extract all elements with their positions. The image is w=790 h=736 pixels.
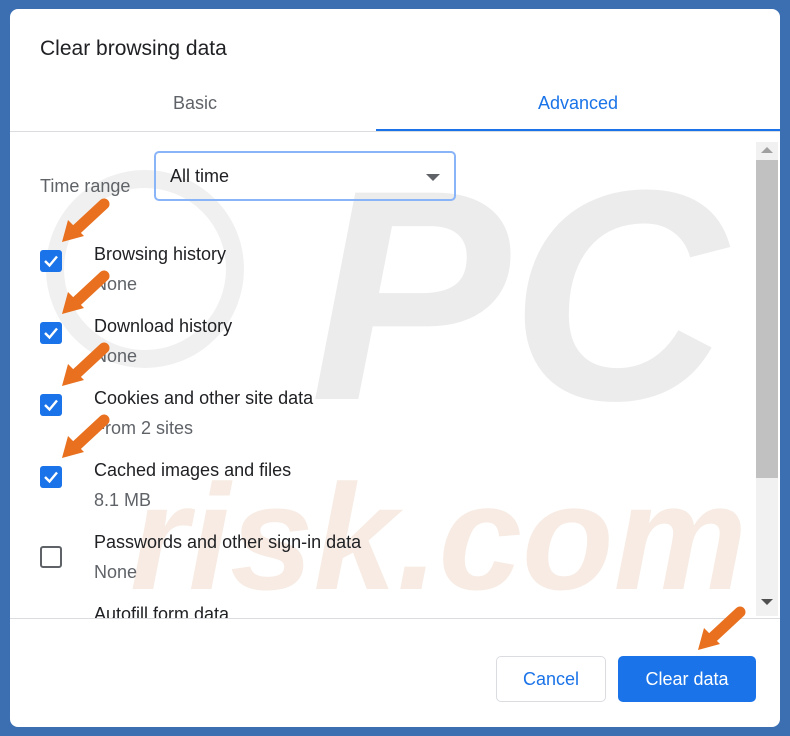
checkmark-icon [44, 471, 58, 484]
list-item-autofill: Autofill form data [10, 596, 750, 618]
browsing-history-checkbox[interactable] [40, 250, 62, 272]
cached-images-sub: 8.1 MB [94, 490, 152, 510]
checkmark-icon [44, 255, 58, 268]
cached-images-checkbox[interactable] [40, 466, 62, 488]
cancel-button[interactable]: Cancel [496, 656, 606, 702]
cookies-checkbox[interactable] [40, 394, 62, 416]
list-item-browsing-history: Browsing history None [10, 236, 750, 308]
options-scroll-area: Time range All time Browsing history Non… [10, 132, 780, 618]
cookies-label: Cookies and other site data [94, 388, 314, 408]
list-item-download-history: Download history None [10, 308, 750, 380]
passwords-label: Passwords and other sign-in data [94, 532, 362, 552]
download-history-label: Download history [94, 316, 233, 336]
footer-divider [10, 618, 780, 619]
list-item-cookies: Cookies and other site data From 2 sites [10, 380, 750, 452]
scrollbar-thumb[interactable] [756, 160, 778, 478]
time-range-select[interactable]: All time [154, 151, 456, 201]
browsing-history-label: Browsing history [94, 244, 227, 264]
time-range-label: Time range [40, 176, 131, 196]
tab-basic-label: Basic [172, 93, 217, 113]
scroll-down-arrow-icon[interactable] [761, 599, 773, 605]
passwords-sub: None [94, 562, 138, 582]
tab-advanced[interactable]: Advanced [376, 89, 780, 133]
dialog-title: Clear browsing data [40, 37, 227, 60]
clear-browsing-data-dialog: PC risk.com Clear browsing data Basic Ad… [10, 9, 780, 727]
tab-basic[interactable]: Basic [10, 89, 380, 133]
cookies-sub: From 2 sites [94, 418, 194, 438]
autofill-label: Autofill form data [94, 604, 230, 618]
browsing-history-sub: None [94, 274, 138, 294]
scroll-up-arrow-icon[interactable] [761, 147, 773, 153]
checkmark-icon [44, 327, 58, 340]
time-range-value: All time [170, 166, 230, 186]
chevron-down-icon [426, 174, 440, 181]
cached-images-label: Cached images and files [94, 460, 292, 480]
list-item-cached-images: Cached images and files 8.1 MB [10, 452, 750, 524]
passwords-checkbox[interactable] [40, 546, 62, 568]
active-tab-indicator [376, 129, 780, 131]
checkmark-icon [44, 399, 58, 412]
tab-advanced-label: Advanced [537, 93, 619, 113]
list-item-passwords: Passwords and other sign-in data None [10, 524, 750, 596]
download-history-sub: None [94, 346, 138, 366]
download-history-checkbox[interactable] [40, 322, 62, 344]
clear-data-button[interactable]: Clear data [618, 656, 756, 702]
